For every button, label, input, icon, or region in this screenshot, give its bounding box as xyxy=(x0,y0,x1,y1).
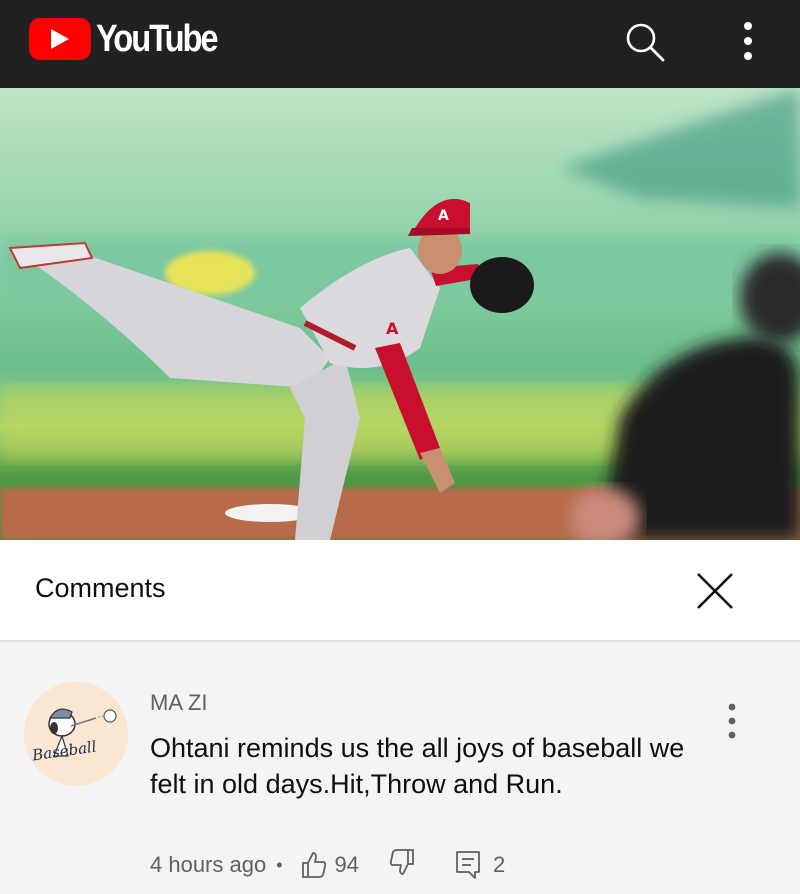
meta-separator: • xyxy=(276,854,283,875)
more-vert-icon xyxy=(728,703,736,739)
comment-meta: 4 hours ago • 94 2 xyxy=(150,845,505,885)
dislike-button[interactable] xyxy=(389,848,415,882)
comment-menu-button[interactable] xyxy=(720,700,744,744)
comment-author[interactable]: MA ZI xyxy=(150,690,207,716)
youtube-wordmark: YouTube xyxy=(96,18,219,60)
video-player[interactable]: A A xyxy=(0,88,800,540)
top-app-bar: YouTube xyxy=(0,0,800,88)
avatar[interactable]: Baseball xyxy=(24,682,128,786)
reply-count: 2 xyxy=(493,852,506,877)
comment-time: 4 hours ago xyxy=(150,852,267,877)
avatar-image xyxy=(24,682,128,786)
reply-button[interactable]: 2 xyxy=(455,850,505,880)
youtube-logo[interactable]: YouTube xyxy=(29,18,236,60)
close-comments-button[interactable] xyxy=(692,568,738,614)
more-vert-icon xyxy=(744,22,752,60)
youtube-play-icon xyxy=(29,18,91,60)
search-icon xyxy=(626,23,665,62)
svg-text:A: A xyxy=(438,208,449,224)
comments-title: Comments xyxy=(35,573,166,603)
like-count: 94 xyxy=(334,852,359,877)
like-button[interactable]: 94 xyxy=(301,851,359,879)
svg-text:A: A xyxy=(386,319,399,338)
comment-text: Ohtani reminds us the all joys of baseba… xyxy=(150,733,685,799)
reply-comment-icon xyxy=(456,851,480,879)
thumbs-up-icon xyxy=(301,852,326,878)
thumbs-down-icon xyxy=(389,849,414,875)
search-button[interactable] xyxy=(622,19,668,65)
video-frame-image: A A xyxy=(0,88,800,540)
more-options-button[interactable] xyxy=(728,18,768,68)
close-icon xyxy=(697,573,733,609)
